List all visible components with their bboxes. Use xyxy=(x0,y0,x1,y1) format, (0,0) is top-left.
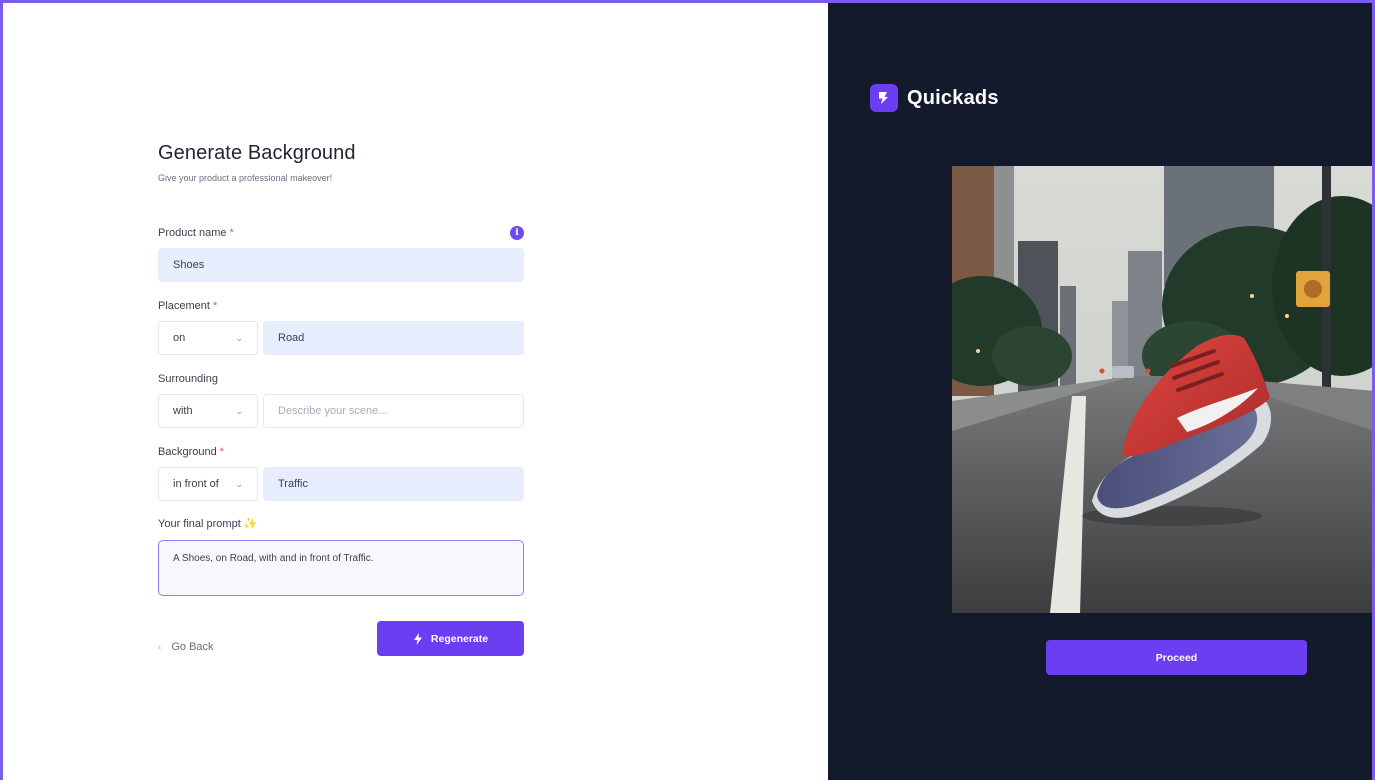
go-back-label: Go Back xyxy=(171,641,214,653)
final-prompt-label-row: Your final prompt ✨ xyxy=(158,516,524,532)
product-name-label-row: Product name * i xyxy=(158,225,524,241)
final-prompt-label: Your final prompt ✨ xyxy=(158,518,258,530)
chevron-left-icon: ‹ xyxy=(158,641,162,653)
placement-input[interactable]: Road xyxy=(263,321,524,355)
bolt-icon xyxy=(413,632,422,645)
placement-label-row: Placement * xyxy=(158,298,524,314)
surrounding-placeholder: Describe your scene... xyxy=(278,405,388,417)
placement-preposition-select[interactable]: on ⌄ xyxy=(158,321,258,355)
brand-logo: Quickads xyxy=(870,84,999,112)
regenerate-button[interactable]: Regenerate xyxy=(377,621,524,656)
generated-product-image xyxy=(952,166,1375,613)
surrounding-label: Surrounding xyxy=(158,373,218,385)
quickads-logo-icon xyxy=(870,84,898,112)
form-panel: Generate Background Give your product a … xyxy=(0,0,828,780)
final-prompt-value: A Shoes, on Road, with and in front of T… xyxy=(173,553,374,564)
chevron-down-icon: ⌄ xyxy=(235,332,243,343)
info-icon[interactable]: i xyxy=(510,226,524,240)
proceed-button[interactable]: Proceed xyxy=(1046,640,1307,675)
regenerate-label: Regenerate xyxy=(430,632,489,645)
background-label: Background * xyxy=(158,446,224,458)
surrounding-preposition-select[interactable]: with ⌄ xyxy=(158,394,258,428)
sparkle-icon: ✨ xyxy=(243,518,258,530)
placement-label: Placement * xyxy=(158,300,218,312)
page-title: Generate Background xyxy=(158,142,356,164)
surrounding-label-row: Surrounding xyxy=(158,371,524,387)
generate-background-form: Generate Background Give your product a … xyxy=(158,140,524,656)
proceed-label: Proceed xyxy=(1155,651,1198,664)
go-back-button[interactable]: ‹ Go Back xyxy=(158,630,214,664)
background-value: Traffic xyxy=(278,478,308,490)
background-preposition-value: in front of xyxy=(173,478,219,490)
surrounding-input[interactable]: Describe your scene... xyxy=(263,394,524,428)
preview-panel: Quickads Proceed xyxy=(828,0,1375,780)
background-input[interactable]: Traffic xyxy=(263,467,524,501)
background-preposition-select[interactable]: in front of ⌄ xyxy=(158,467,258,501)
chevron-down-icon: ⌄ xyxy=(235,478,243,489)
product-name-value: Shoes xyxy=(173,259,205,271)
surrounding-preposition-value: with xyxy=(173,405,193,417)
chevron-down-icon: ⌄ xyxy=(235,405,243,416)
product-name-label: Product name * xyxy=(158,227,234,239)
placement-value: Road xyxy=(278,332,305,344)
background-label-row: Background * xyxy=(158,444,524,460)
placement-preposition-value: on xyxy=(173,332,186,344)
final-prompt-textarea[interactable]: A Shoes, on Road, with and in front of T… xyxy=(158,540,524,596)
brand-name: Quickads xyxy=(907,86,999,109)
page-subtitle: Give your product a professional makeove… xyxy=(158,173,333,183)
product-name-input[interactable]: Shoes xyxy=(158,248,524,282)
